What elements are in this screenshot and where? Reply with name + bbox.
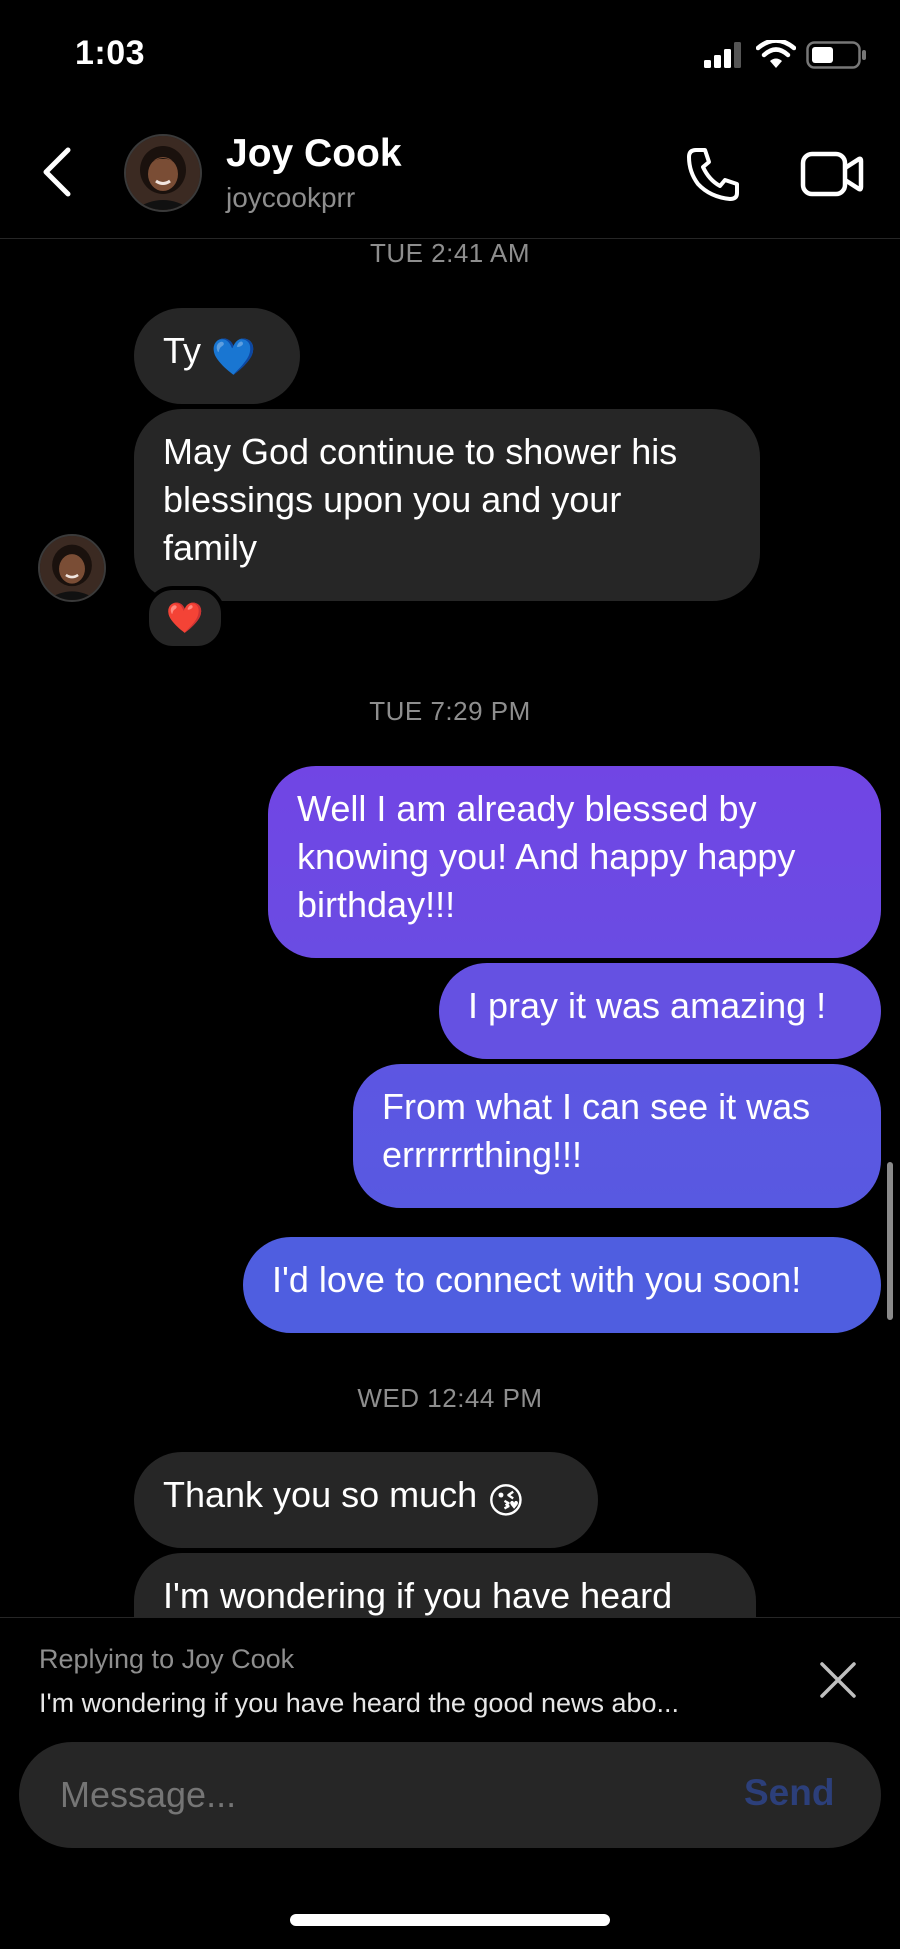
phone-icon — [687, 148, 739, 201]
message-timestamp: TUE 2:41 AM — [369, 238, 531, 268]
outgoing-message[interactable]: From what I can see it was errrrrrthing!… — [353, 1064, 881, 1208]
kissing-face-emoji: 😘 — [487, 1480, 525, 1521]
message-line: birthday!!! — [297, 884, 456, 925]
cancel-reply-button[interactable] — [816, 1658, 860, 1702]
call-button[interactable] — [684, 144, 742, 204]
battery-icon — [806, 40, 868, 75]
message-text: Thank you so much — [163, 1474, 478, 1515]
incoming-message[interactable]: Ty 💙 — [134, 308, 300, 404]
reaction-badge[interactable]: ❤️ — [145, 586, 225, 650]
red-heart-reaction: ❤️ — [166, 601, 204, 635]
message-line: From what I can see it was — [382, 1086, 811, 1127]
back-button[interactable] — [36, 142, 80, 202]
message-timestamp: WED 12:44 PM — [357, 1383, 543, 1413]
message-line: Well I am already blessed by — [297, 788, 757, 829]
reply-preview: I'm wondering if you have heard the good… — [39, 1688, 680, 1718]
outgoing-message[interactable]: Well I am already blessed by knowing you… — [268, 766, 881, 958]
outgoing-message[interactable]: I'd love to connect with you soon! — [243, 1237, 881, 1333]
contact-handle: joycookprr — [226, 182, 356, 213]
video-camera-icon — [800, 151, 864, 197]
home-indicator[interactable] — [290, 1914, 610, 1926]
chevron-left-icon — [43, 147, 71, 197]
status-time: 1:03 — [75, 34, 146, 72]
reply-label: Replying to Joy Cook — [39, 1644, 295, 1674]
blue-heart-emoji: 💙 — [211, 336, 256, 377]
message-line: family — [163, 527, 258, 568]
incoming-message[interactable]: May God continue to shower his blessings… — [134, 409, 760, 601]
outgoing-message[interactable]: I pray it was amazing ! — [439, 963, 881, 1059]
wifi-icon — [755, 38, 797, 75]
message-text: I pray it was amazing ! — [468, 985, 827, 1026]
message-line: May God continue to shower his — [163, 431, 678, 472]
message-line: errrrrrthing!!! — [382, 1134, 583, 1175]
message-line: knowing you! And happy happy — [297, 836, 796, 877]
message-timestamp: TUE 7:29 PM — [369, 696, 531, 726]
contact-name[interactable]: Joy Cook — [226, 132, 402, 176]
message-input[interactable] — [60, 1774, 660, 1816]
incoming-message[interactable]: Thank you so much 😘 — [134, 1452, 598, 1548]
video-call-button[interactable] — [800, 148, 864, 200]
scrollbar[interactable] — [887, 1162, 893, 1320]
close-icon — [820, 1662, 856, 1698]
message-text: I'm wondering if you have heard — [163, 1575, 673, 1616]
sender-avatar[interactable] — [38, 534, 106, 602]
message-text: I'd love to connect with you soon! — [272, 1259, 802, 1300]
message-line: blessings upon you and your — [163, 479, 622, 520]
message-text: Ty — [163, 330, 202, 371]
send-button[interactable]: Send — [744, 1772, 834, 1814]
cellular-signal-icon — [704, 42, 744, 68]
contact-avatar[interactable] — [124, 134, 202, 212]
